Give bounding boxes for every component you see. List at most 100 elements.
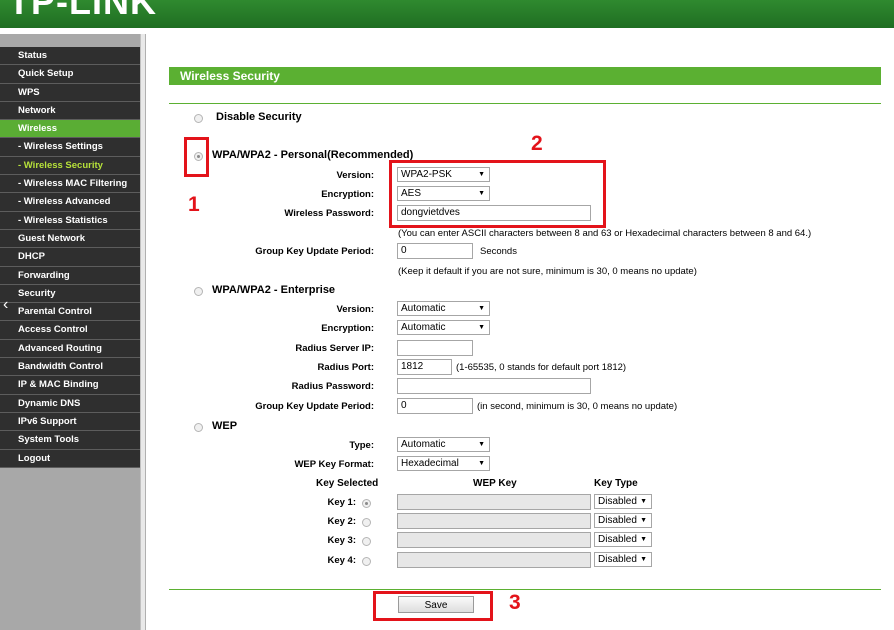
wireless-password-label: Wireless Password: xyxy=(284,208,374,219)
section-divider-top xyxy=(169,103,881,104)
key-2-input[interactable] xyxy=(397,513,591,529)
wpa-personal-label: WPA/WPA2 - Personal(Recommended) xyxy=(212,149,414,161)
radius-server-ip-input[interactable] xyxy=(397,340,473,356)
sidebar-item-wireless-mac-filtering[interactable]: - Wireless MAC Filtering xyxy=(0,175,140,194)
radius-port-hint: (1-65535, 0 stands for default port 1812… xyxy=(456,362,627,373)
enterprise-version-select[interactable]: Automatic ▼ xyxy=(397,301,490,316)
wpa-enterprise-label: WPA/WPA2 - Enterprise xyxy=(212,284,336,296)
sidebar: Status Quick Setup WPS Network Wireless … xyxy=(0,34,140,630)
wep-key-format-select[interactable]: Hexadecimal ▼ xyxy=(397,456,490,471)
wep-label: WEP xyxy=(212,420,238,432)
sidebar-item-wps[interactable]: WPS xyxy=(0,83,140,102)
enterprise-encryption-select[interactable]: Automatic ▼ xyxy=(397,320,490,335)
wep-radio[interactable] xyxy=(194,423,203,432)
sidebar-item-advanced-routing[interactable]: Advanced Routing xyxy=(0,339,140,359)
personal-group-key-input[interactable]: 0 xyxy=(397,243,473,259)
sidebar-item-wireless-settings[interactable]: - Wireless Settings xyxy=(0,138,140,157)
sidebar-item-dynamic-dns[interactable]: Dynamic DNS xyxy=(0,394,140,413)
dropdown-arrow-icon: ▼ xyxy=(478,460,485,467)
enterprise-group-key-label: Group Key Update Period: xyxy=(255,401,374,412)
disable-security-label: Disable Security xyxy=(216,111,302,123)
annotation-number-1: 1 xyxy=(188,193,200,216)
sidebar-item-status[interactable]: Status xyxy=(0,47,140,66)
sidebar-item-bandwidth-control[interactable]: Bandwidth Control xyxy=(0,358,140,377)
sidebar-menu: Status Quick Setup WPS Network Wireless … xyxy=(0,34,140,468)
annotation-box-1 xyxy=(184,137,209,177)
password-hint: (You can enter ASCII characters between … xyxy=(398,228,812,239)
key-1-input[interactable] xyxy=(397,494,591,510)
personal-group-key-hint: (Keep it default if you are not sure, mi… xyxy=(398,266,697,277)
key-2-label: Key 2: xyxy=(327,516,356,527)
key-4-type-select[interactable]: Disabled ▼ xyxy=(594,552,652,567)
sidebar-item-security[interactable]: Security xyxy=(0,284,140,304)
disable-security-radio[interactable] xyxy=(194,114,203,123)
key-selected-header: Key Selected xyxy=(316,478,379,489)
wep-type-label: Type: xyxy=(349,440,374,451)
radius-server-ip-label: Radius Server IP: xyxy=(295,343,374,354)
key-4-input[interactable] xyxy=(397,552,591,568)
page-title: Wireless Security xyxy=(169,67,881,85)
key-2-type-select[interactable]: Disabled ▼ xyxy=(594,513,652,528)
wep-key-header: WEP Key xyxy=(473,478,517,489)
enterprise-group-key-input[interactable]: 0 xyxy=(397,398,473,414)
dropdown-arrow-icon: ▼ xyxy=(640,556,647,563)
sidebar-item-wireless[interactable]: Wireless xyxy=(0,120,140,139)
dropdown-arrow-icon: ▼ xyxy=(478,441,485,448)
sidebar-item-ipv6-support[interactable]: IPv6 Support xyxy=(0,412,140,432)
key-4-type-value: Disabled xyxy=(598,554,637,565)
radius-port-label: Radius Port: xyxy=(317,362,374,373)
sidebar-item-forwarding[interactable]: Forwarding xyxy=(0,266,140,285)
section-divider-bottom xyxy=(169,589,881,590)
key-4-radio[interactable] xyxy=(362,557,371,566)
wep-type-select[interactable]: Automatic ▼ xyxy=(397,437,490,452)
sidebar-item-wireless-statistics[interactable]: - Wireless Statistics xyxy=(0,211,140,230)
sidebar-divider xyxy=(140,34,146,630)
sidebar-item-guest-network[interactable]: Guest Network xyxy=(0,229,140,249)
sidebar-item-wireless-advanced[interactable]: - Wireless Advanced xyxy=(0,193,140,212)
radius-password-input[interactable] xyxy=(397,378,591,394)
key-1-label: Key 1: xyxy=(327,497,356,508)
key-4-label: Key 4: xyxy=(327,555,356,566)
sidebar-item-network[interactable]: Network xyxy=(0,101,140,121)
wep-key-format-label: WEP Key Format: xyxy=(294,459,374,470)
sidebar-item-ip-mac-binding[interactable]: IP & MAC Binding xyxy=(0,376,140,395)
personal-encryption-label: Encryption: xyxy=(321,189,374,200)
sidebar-item-wireless-security[interactable]: - Wireless Security xyxy=(0,156,140,176)
key-3-type-value: Disabled xyxy=(598,534,637,545)
radius-port-input[interactable]: 1812 xyxy=(397,359,452,375)
key-1-radio[interactable] xyxy=(362,499,371,508)
key-2-radio[interactable] xyxy=(362,518,371,527)
tp-link-logo: TP-LINK xyxy=(8,0,157,22)
sidebar-item-access-control[interactable]: Access Control xyxy=(0,321,140,340)
enterprise-version-label: Version: xyxy=(336,304,375,315)
dropdown-arrow-icon: ▼ xyxy=(640,498,647,505)
sidebar-item-parental-control[interactable]: Parental Control xyxy=(0,303,140,322)
wpa-enterprise-radio[interactable] xyxy=(194,287,203,296)
wep-key-format-value: Hexadecimal xyxy=(401,458,459,469)
key-1-type-select[interactable]: Disabled ▼ xyxy=(594,494,652,509)
annotation-box-2 xyxy=(389,160,606,228)
sidebar-item-quick-setup[interactable]: Quick Setup xyxy=(0,65,140,84)
header-bar: TP-LINK xyxy=(0,0,894,28)
sidebar-item-logout[interactable]: Logout xyxy=(0,449,140,468)
dropdown-arrow-icon: ▼ xyxy=(640,517,647,524)
personal-group-key-unit: Seconds xyxy=(480,246,517,257)
radius-password-label: Radius Password: xyxy=(291,381,374,392)
annotation-box-3 xyxy=(373,591,493,621)
dropdown-arrow-icon: ▼ xyxy=(478,305,485,312)
key-type-header: Key Type xyxy=(594,478,638,489)
key-3-input[interactable] xyxy=(397,532,591,548)
key-3-radio[interactable] xyxy=(362,537,371,546)
key-3-label: Key 3: xyxy=(327,535,356,546)
personal-group-key-label: Group Key Update Period: xyxy=(255,246,374,257)
key-3-type-select[interactable]: Disabled ▼ xyxy=(594,532,652,547)
key-2-type-value: Disabled xyxy=(598,515,637,526)
sidebar-item-system-tools[interactable]: System Tools xyxy=(0,431,140,450)
annotation-number-2: 2 xyxy=(531,132,543,155)
collapse-arrow-icon[interactable]: ‹ xyxy=(3,296,13,314)
annotation-number-3: 3 xyxy=(509,591,521,614)
sidebar-item-dhcp[interactable]: DHCP xyxy=(0,248,140,267)
enterprise-encryption-value: Automatic xyxy=(401,322,446,333)
enterprise-version-value: Automatic xyxy=(401,303,446,314)
enterprise-group-key-hint: (in second, minimum is 30, 0 means no up… xyxy=(477,401,678,412)
